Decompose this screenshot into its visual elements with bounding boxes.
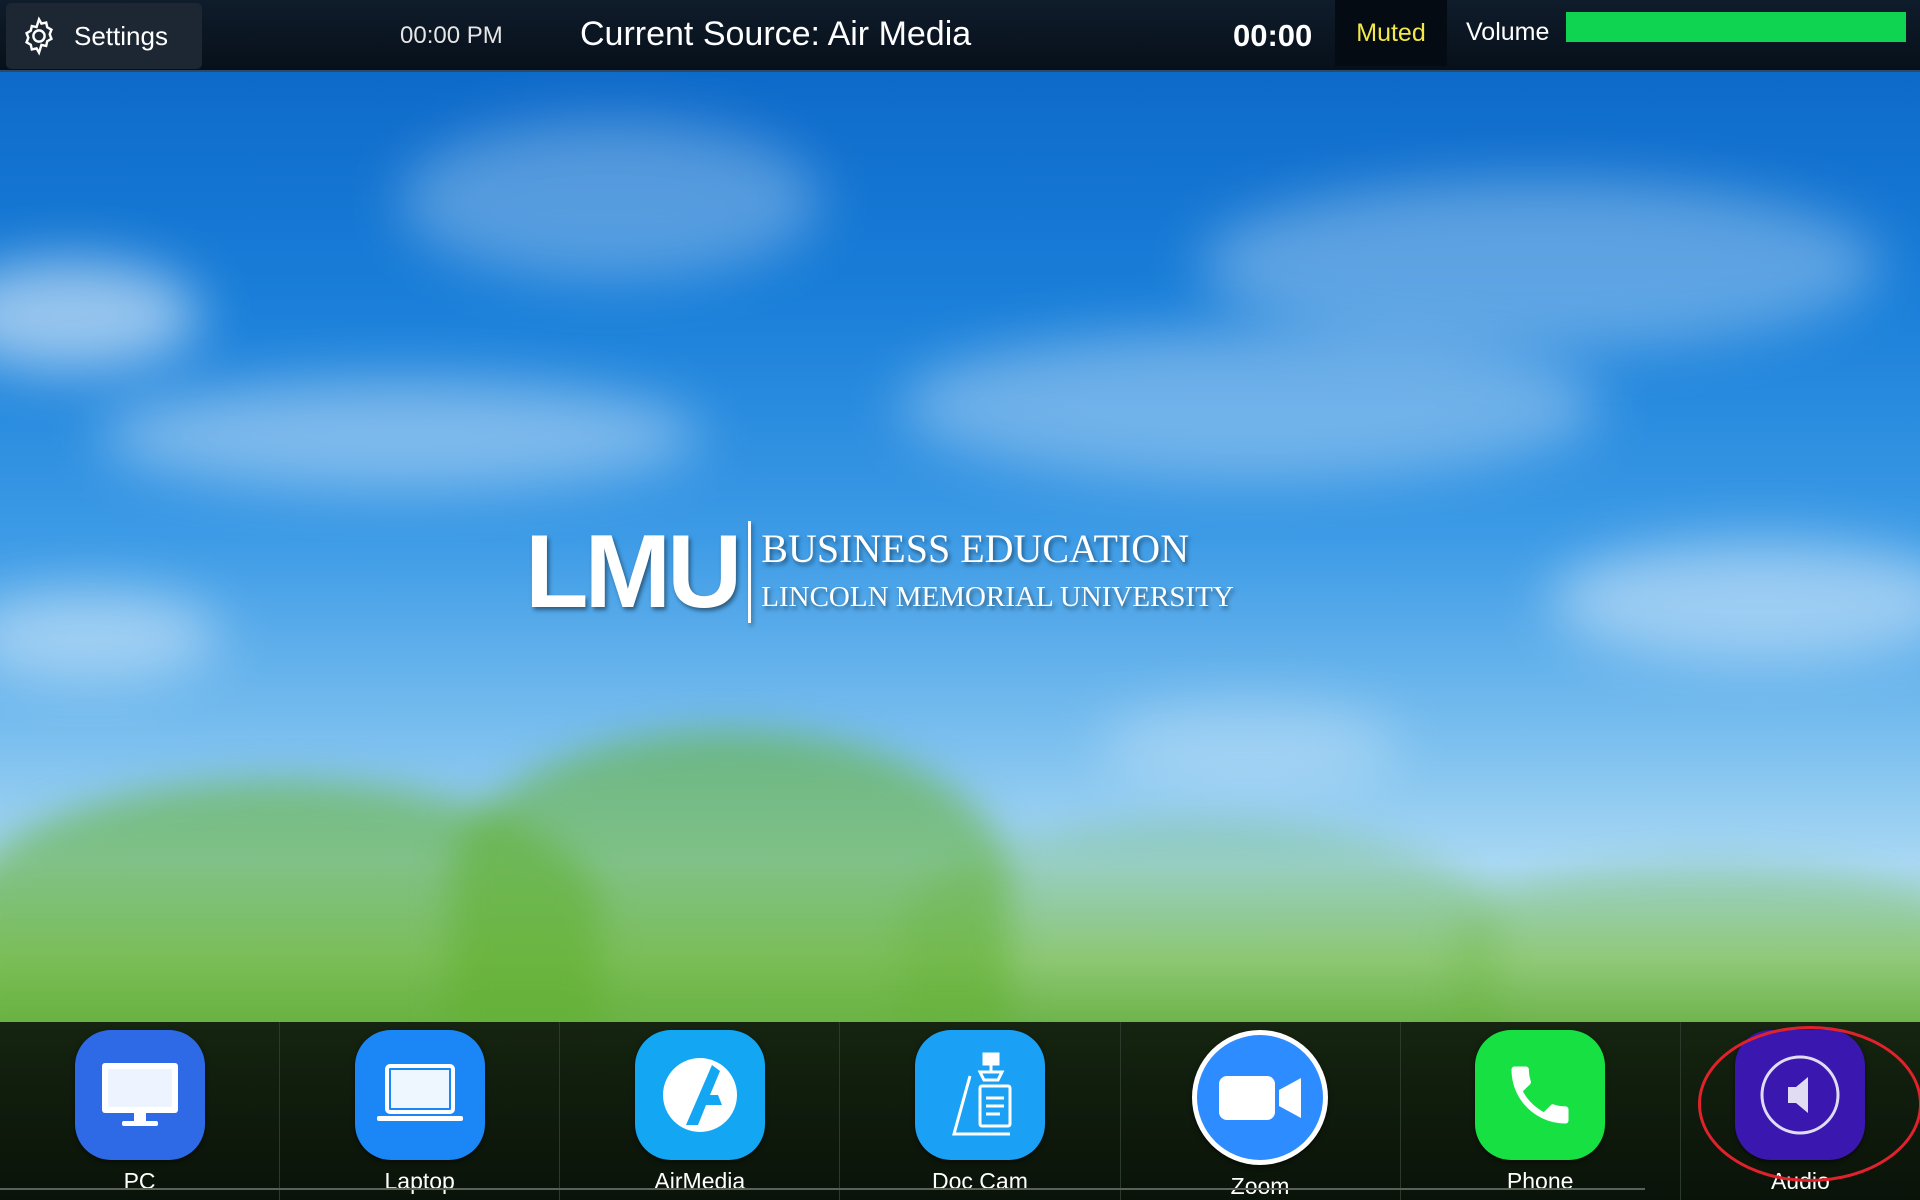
phone-label: Phone [1506, 1168, 1574, 1194]
monitor-icon [101, 1063, 178, 1126]
settings-label: Settings [74, 20, 168, 51]
airmedia-icon [662, 1058, 737, 1132]
lmu-logo: LMU BUSINESS EDUCATION LINCOLN MEMORIAL … [525, 520, 1234, 624]
zoom-app-icon [1192, 1030, 1329, 1165]
source-airmedia[interactable]: AirMedia [560, 1022, 841, 1200]
phone-icon [1511, 1066, 1569, 1124]
doc-cam-label: Doc Cam [932, 1168, 1028, 1194]
source-doc-cam[interactable]: Doc Cam [840, 1022, 1121, 1200]
volume-label: Volume [1466, 18, 1550, 46]
zoom-label: Zoom [1230, 1173, 1290, 1199]
timer: 00:00 [1233, 18, 1313, 53]
top-bar: Settings 00:00 PM Current Source: Air Me… [0, 0, 1920, 72]
video-camera-icon [1219, 1075, 1302, 1120]
dock-divider-line [0, 1188, 1645, 1190]
source-laptop[interactable]: Laptop [280, 1022, 561, 1200]
document-camera-icon [951, 1052, 1012, 1136]
logo-line-1: BUSINESS EDUCATION [761, 526, 1190, 572]
pc-app-icon [74, 1030, 205, 1160]
laptop-icon [376, 1064, 463, 1121]
pc-label: PC [123, 1168, 156, 1194]
muted-button[interactable]: Muted [1335, 0, 1447, 66]
phone-app-icon [1475, 1030, 1606, 1160]
volume-level [1566, 12, 1906, 42]
clock: 00:00 PM [400, 22, 503, 49]
laptop-label: Laptop [384, 1168, 455, 1194]
source-dock: PC Laptop AirMedia Doc Cam Zoom Phone Au… [0, 1022, 1920, 1200]
logo-line-2: LINCOLN MEMORIAL UNIVERSITY [761, 581, 1234, 614]
laptop-app-icon [354, 1030, 485, 1160]
airmedia-label: AirMedia [654, 1168, 746, 1194]
volume-slider[interactable] [1566, 12, 1906, 42]
current-source: Current Source: Air Media [580, 15, 972, 53]
logo-text: BUSINESS EDUCATION LINCOLN MEMORIAL UNIV… [761, 527, 1234, 617]
logo-mark: LMU [525, 514, 742, 630]
source-phone[interactable]: Phone [1401, 1022, 1681, 1200]
airmedia-app-icon [634, 1030, 765, 1160]
logo-divider [748, 521, 752, 623]
source-pc[interactable]: PC [0, 1022, 281, 1200]
doc-cam-app-icon [914, 1030, 1045, 1160]
gear-icon [25, 16, 53, 56]
settings-button[interactable]: Settings [6, 3, 202, 69]
source-zoom[interactable]: Zoom [1121, 1022, 1401, 1200]
audio-highlight-annotation [1698, 1026, 1920, 1182]
